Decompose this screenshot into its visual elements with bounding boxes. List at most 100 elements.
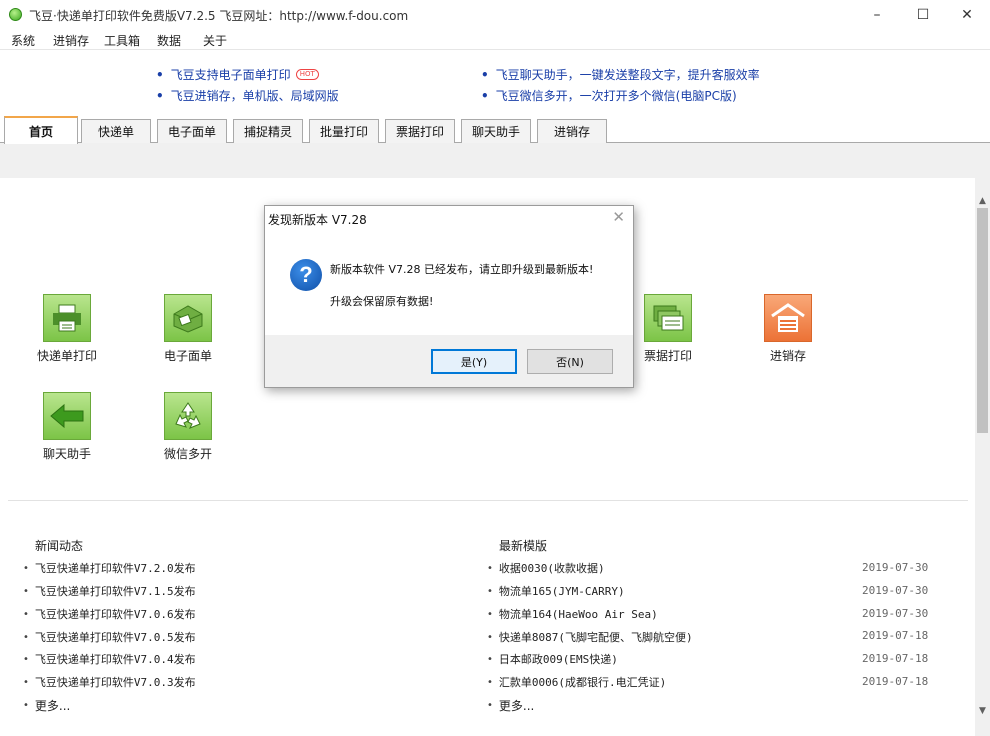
news-item-text: 飞豆快递单打印软件V7.0.6发布	[34, 608, 196, 621]
bullet-icon: •	[487, 676, 493, 688]
section-divider	[8, 500, 968, 501]
tile-express-print[interactable]: 快递单打印	[22, 294, 112, 364]
template-item[interactable]: • 物流单164(HaeWoo Air Sea)	[487, 606, 658, 622]
tile-label: 微信多开	[163, 447, 212, 461]
tile-eorder[interactable]: 电子面单	[143, 294, 233, 364]
tile-label: 聊天助手	[42, 447, 91, 461]
promo-link-eorder[interactable]: • 飞豆支持电子面单打印 HOT	[156, 66, 319, 83]
tab-home[interactable]: 首页	[4, 116, 78, 144]
templates-title: 最新模版	[499, 539, 548, 553]
bullet-icon: •	[23, 676, 29, 688]
menu-inventory[interactable]: 进销存	[53, 32, 89, 49]
question-icon: ?	[290, 259, 322, 291]
receipts-icon	[644, 294, 692, 342]
tile-chat-assistant[interactable]: 聊天助手	[22, 392, 112, 462]
yes-button[interactable]: 是(Y)	[431, 349, 517, 374]
label-printer-icon	[164, 294, 212, 342]
tab-express[interactable]: 快递单	[81, 119, 151, 143]
tile-inventory[interactable]: 进销存	[743, 294, 833, 364]
template-name: 收据0030(收款收据)	[498, 562, 605, 575]
dialog-message: 新版本软件 V7.28 已经发布，请立即升级到最新版本!	[330, 263, 594, 276]
promo-text: 飞豆进销存，单机版、局域网版	[170, 89, 339, 103]
tile-wechat-multi[interactable]: 微信多开	[143, 392, 233, 462]
close-button[interactable]: ✕	[944, 0, 990, 29]
template-name: 快递单8087(飞脚宅配便、飞脚航空便)	[498, 631, 693, 644]
menu-toolbox[interactable]: 工具箱	[104, 32, 140, 49]
tab-capture[interactable]: 捕捉精灵	[233, 119, 303, 143]
bullet-icon: •	[487, 700, 493, 711]
scroll-thumb[interactable]	[977, 208, 988, 433]
bullet-icon: •	[23, 585, 29, 597]
dialog-close-icon[interactable]: ✕	[612, 208, 625, 226]
news-title: 新闻动态	[35, 539, 84, 553]
menu-about[interactable]: 关于	[203, 32, 227, 49]
template-date: 2019-07-18	[862, 652, 929, 665]
bullet-icon: •	[481, 88, 489, 103]
bullet-icon: •	[156, 88, 164, 103]
tile-label: 进销存	[769, 349, 806, 363]
arrow-left-icon	[43, 392, 91, 440]
bullet-icon: •	[23, 608, 29, 620]
printer-icon	[43, 294, 91, 342]
hot-badge: HOT	[295, 69, 319, 80]
bullet-icon: •	[481, 67, 489, 82]
bullet-icon: •	[23, 631, 29, 643]
tile-label: 票据打印	[643, 349, 692, 363]
dialog-button-bar: 是(Y) 否(N)	[265, 335, 633, 387]
templates-more-link[interactable]: • 更多...	[487, 697, 534, 714]
news-item[interactable]: • 飞豆快递单打印软件V7.0.5发布	[23, 629, 196, 645]
tile-receipt-print[interactable]: 票据打印	[623, 294, 713, 364]
news-item[interactable]: • 飞豆快递单打印软件V7.1.5发布	[23, 583, 196, 599]
menu-system[interactable]: 系统	[11, 32, 35, 49]
update-dialog: 发现新版本 V7.28 ✕ ? 新版本软件 V7.28 已经发布，请立即升级到最…	[264, 205, 634, 388]
minimize-button[interactable]: –	[854, 0, 900, 29]
title-bar: 飞豆·快递单打印软件免费版V7.2.5 飞豆网址：http://www.f-do…	[0, 0, 990, 29]
dialog-note: 升级会保留原有数据!	[330, 295, 434, 308]
news-item-text: 飞豆快递单打印软件V7.2.0发布	[34, 562, 196, 575]
dialog-title: 发现新版本 V7.28	[268, 213, 367, 227]
promo-text: 飞豆微信多开，一次打开多个微信(电脑PC版)	[495, 89, 737, 103]
bullet-icon: •	[156, 67, 164, 82]
tab-eorder[interactable]: 电子面单	[157, 119, 227, 143]
template-date: 2019-07-18	[862, 675, 929, 688]
tile-label: 快递单打印	[36, 349, 97, 363]
bullet-icon: •	[487, 653, 493, 665]
vertical-scrollbar[interactable]: ▲ ▼	[975, 178, 990, 736]
bullet-icon: •	[23, 653, 29, 665]
news-item[interactable]: • 飞豆快递单打印软件V7.0.3发布	[23, 674, 196, 690]
no-button[interactable]: 否(N)	[527, 349, 613, 374]
bullet-icon: •	[487, 608, 493, 620]
template-item[interactable]: • 快递单8087(飞脚宅配便、飞脚航空便)	[487, 629, 693, 645]
app-logo-icon	[9, 8, 22, 21]
tile-label: 电子面单	[163, 349, 212, 363]
template-item[interactable]: • 收据0030(收款收据)	[487, 560, 605, 576]
template-item[interactable]: • 汇款单0006(成都银行.电汇凭证)	[487, 674, 666, 690]
recycle-icon	[164, 392, 212, 440]
news-item[interactable]: • 飞豆快递单打印软件V7.0.6发布	[23, 606, 196, 622]
tab-bar: 首页 快递单 电子面单 捕捉精灵 批量打印 票据打印 聊天助手 进销存	[0, 114, 990, 144]
template-item[interactable]: • 日本邮政009(EMS快递)	[487, 651, 618, 667]
tab-batch-print[interactable]: 批量打印	[309, 119, 379, 143]
maximize-button[interactable]: ☐	[900, 0, 946, 29]
toolbar-strip	[0, 143, 990, 178]
template-name: 日本邮政009(EMS快递)	[498, 653, 618, 666]
menu-data[interactable]: 数据	[157, 32, 181, 49]
news-more-link[interactable]: • 更多...	[23, 697, 70, 714]
promo-link-inventory[interactable]: • 飞豆进销存，单机版、局域网版	[156, 87, 339, 104]
promo-link-chat-assistant[interactable]: • 飞豆聊天助手，一键发送整段文字，提升客服效率	[481, 66, 760, 83]
news-item-text: 飞豆快递单打印软件V7.0.4发布	[34, 653, 196, 666]
scroll-up-icon[interactable]: ▲	[975, 192, 990, 209]
news-item-text: 飞豆快递单打印软件V7.0.5发布	[34, 631, 196, 644]
promo-area: • 飞豆支持电子面单打印 HOT • 飞豆进销存，单机版、局域网版 • 飞豆聊天…	[0, 49, 990, 114]
tab-chat-assistant[interactable]: 聊天助手	[461, 119, 531, 143]
more-text: 更多...	[34, 699, 71, 713]
tab-receipt-print[interactable]: 票据打印	[385, 119, 455, 143]
promo-link-wechat-multi[interactable]: • 飞豆微信多开，一次打开多个微信(电脑PC版)	[481, 87, 737, 104]
template-date: 2019-07-30	[862, 561, 929, 574]
menu-bar: 系统 进销存 工具箱 数据 关于	[0, 29, 990, 49]
tab-inventory[interactable]: 进销存	[537, 119, 607, 143]
scroll-down-icon[interactable]: ▼	[975, 702, 990, 719]
template-item[interactable]: • 物流单165(JYM-CARRY)	[487, 583, 625, 599]
news-item[interactable]: • 飞豆快递单打印软件V7.0.4发布	[23, 651, 196, 667]
news-item[interactable]: • 飞豆快递单打印软件V7.2.0发布	[23, 560, 196, 576]
